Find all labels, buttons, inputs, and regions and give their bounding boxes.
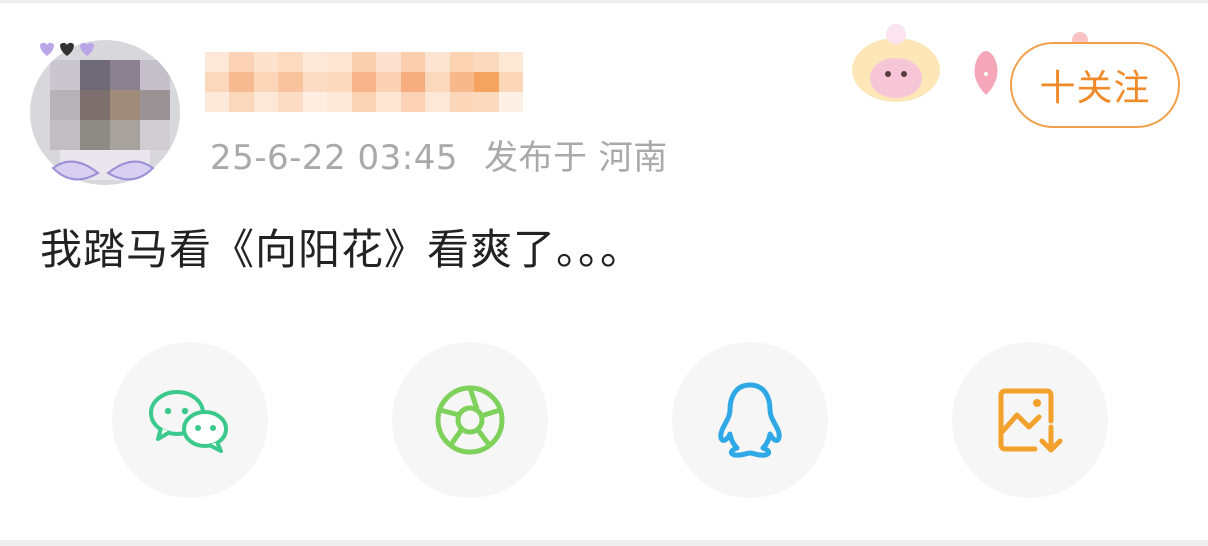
avatar-heart-decoration <box>40 42 94 56</box>
follow-button[interactable]: 十关注 <box>1010 42 1180 128</box>
save-image-icon <box>998 388 1063 453</box>
share-wechat-button[interactable] <box>112 342 268 498</box>
qq-icon <box>718 382 782 458</box>
post-text: 我踏马看《向阳花》看爽了。。。 <box>40 225 644 274</box>
post-meta: 25-6-22 03:45 发布于 河南 <box>210 130 668 179</box>
save-image-button[interactable] <box>952 342 1108 498</box>
username-mosaic[interactable] <box>205 52 523 112</box>
top-divider <box>0 0 1208 3</box>
post-location: 发布于 河南 <box>484 138 668 178</box>
avatar-wing-decoration <box>51 160 155 181</box>
bottom-divider <box>0 540 1208 546</box>
share-qq-button[interactable] <box>672 342 828 498</box>
share-moments-button[interactable] <box>392 342 548 498</box>
post-time: 25-6-22 03:45 <box>210 138 458 178</box>
wechat-icon <box>149 390 228 453</box>
moments-icon <box>435 385 505 455</box>
